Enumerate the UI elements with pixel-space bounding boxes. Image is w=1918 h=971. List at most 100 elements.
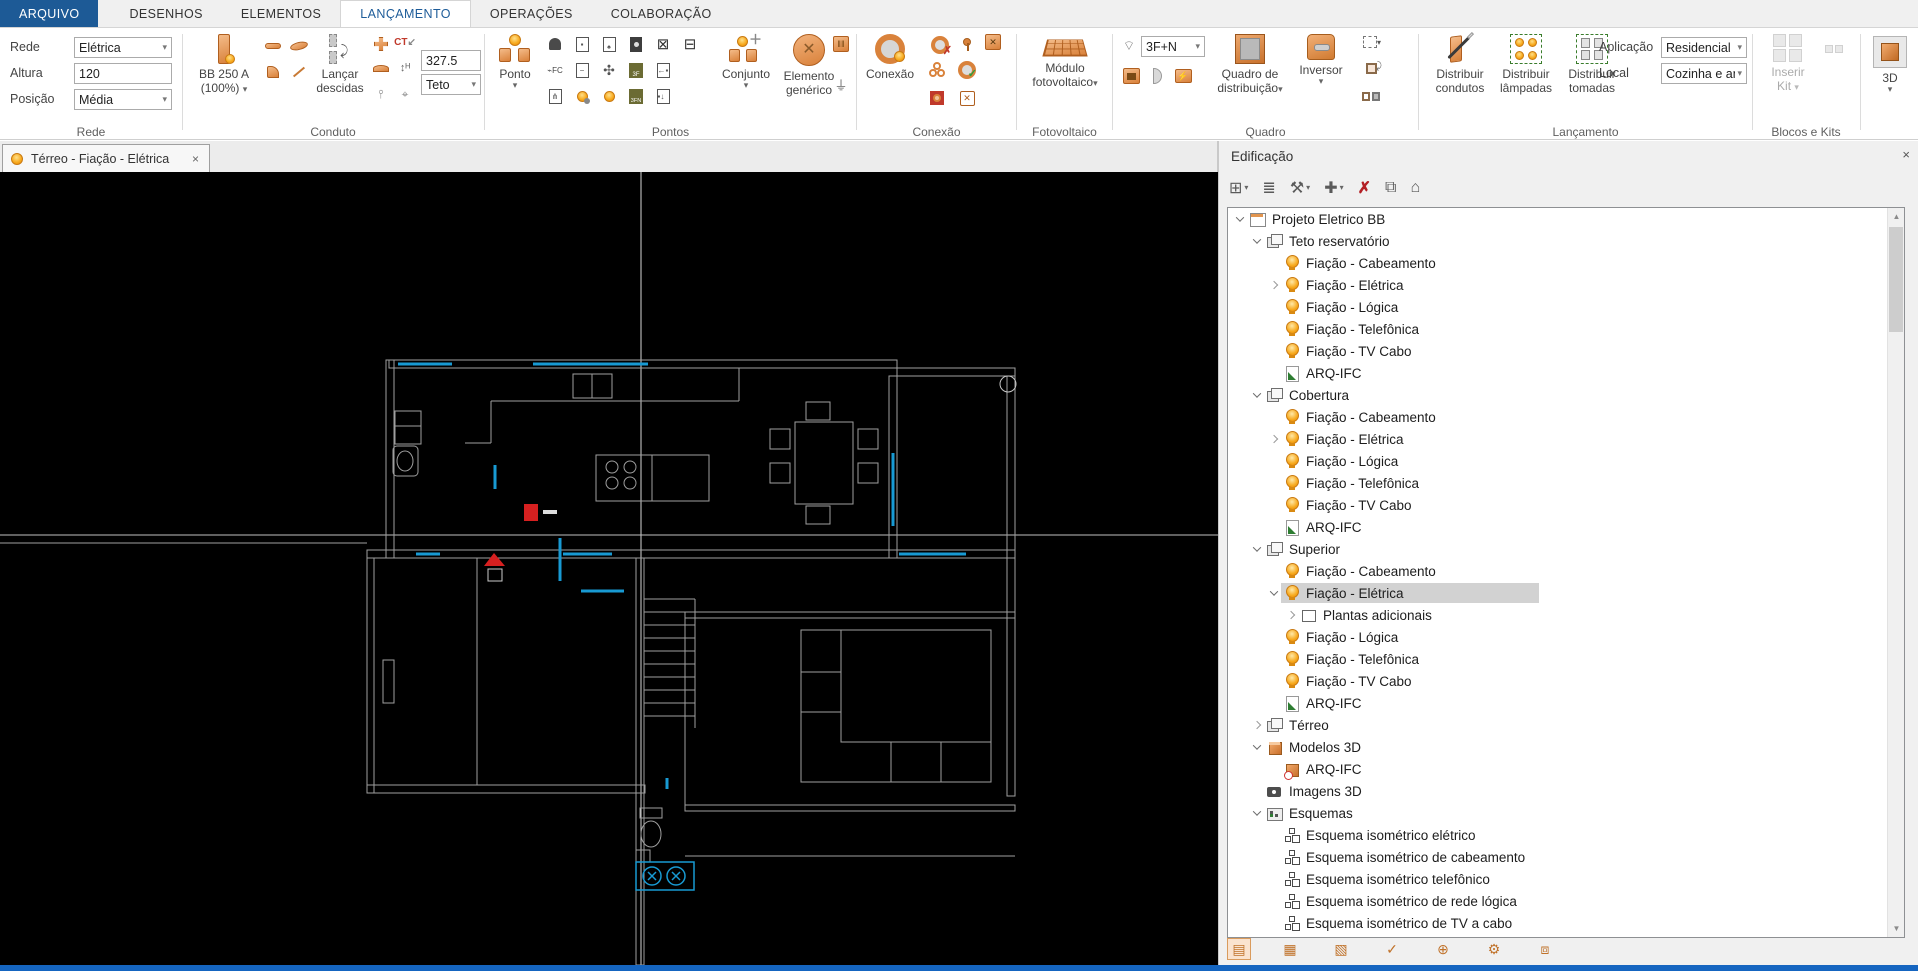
tree-item[interactable]: ARQ-IFC — [1228, 692, 1904, 714]
tree-expander-icon[interactable] — [1266, 916, 1281, 931]
tree-expander-icon[interactable] — [1266, 850, 1281, 865]
caixa-passagem-icon[interactable]: ✕ — [983, 32, 1003, 52]
aterramento-icon[interactable]: ⏚ — [831, 74, 851, 94]
tree-expander-icon[interactable] — [1266, 476, 1281, 491]
edit-building-button[interactable]: ⌂ — [1410, 179, 1420, 197]
tools-button[interactable]: ⚒ ▾ — [1290, 178, 1310, 198]
tree-item[interactable]: Térreo — [1228, 714, 1904, 736]
tomada-3fn-icon[interactable]: 3FN — [626, 86, 646, 106]
building-info-button[interactable]: ≣ — [1262, 178, 1275, 198]
tree-item[interactable]: Modelos 3D — [1228, 736, 1904, 758]
tree-item[interactable]: Esquema isométrico de TV a cabo — [1228, 912, 1904, 934]
ponto-button[interactable]: Ponto ▾ — [491, 30, 539, 90]
interruptor-bipolar-icon[interactable]: ⋔ — [545, 86, 565, 106]
add-elements-button[interactable]: ✚ ▾ — [1324, 178, 1343, 198]
medidor-icon[interactable] — [1147, 66, 1167, 86]
cad-canvas[interactable] — [0, 172, 1218, 966]
tree-item[interactable]: Fiação - Cabeamento — [1228, 406, 1904, 428]
tree-expander-icon[interactable] — [1249, 806, 1264, 821]
caixa-traco-icon[interactable]: ⊟ — [680, 34, 700, 54]
interruptor-paralelo-icon[interactable]: − — [572, 60, 592, 80]
tree-expander-icon[interactable] — [1266, 828, 1281, 843]
gerador-icon[interactable]: ⚡ — [1173, 66, 1193, 86]
tree-expander-icon[interactable] — [1266, 278, 1281, 293]
campainha-icon[interactable] — [545, 34, 565, 54]
local-select[interactable]: Cozinha e an ▾ — [1661, 63, 1747, 84]
rotacionar-quadro-icon[interactable]: ⤸ — [1361, 58, 1382, 78]
new-item-button[interactable]: ⊞ ▾ — [1229, 178, 1248, 198]
tab-arquivo[interactable]: ARQUIVO — [0, 0, 99, 27]
tab-colaboracao[interactable]: COLABORAÇÃO — [592, 0, 731, 27]
tree-item[interactable]: Projeto Eletrico BB — [1228, 208, 1904, 230]
lampada-icon[interactable] — [599, 86, 619, 106]
tree-item[interactable]: Teto reservatório — [1228, 230, 1904, 252]
ventilador-icon[interactable]: ✣ — [599, 60, 619, 80]
tree-item[interactable]: Fiação - Elétrica — [1228, 428, 1904, 450]
panel-close-icon[interactable]: × — [1902, 147, 1910, 162]
interruptor-campainha-icon[interactable]: ♠ — [599, 34, 619, 54]
tree-expander-icon[interactable] — [1249, 784, 1264, 799]
nivel-referencia-icon[interactable]: ⌖ — [395, 84, 415, 104]
tree-item[interactable]: Cobertura — [1228, 384, 1904, 406]
delete-button[interactable]: ✗ — [1358, 178, 1371, 198]
tomada-3f-icon[interactable]: 3F — [626, 60, 646, 80]
tree-item[interactable]: Fiação - Telefônica — [1228, 318, 1904, 340]
ct-arrow-icon[interactable]: CT ↙ — [394, 32, 416, 52]
tree-expander-icon[interactable] — [1232, 212, 1247, 227]
inversor-button[interactable]: Inversor ▾ — [1293, 30, 1349, 86]
tree-item[interactable]: Fiação - Cabeamento — [1228, 252, 1904, 274]
tree-item[interactable]: Fiação - Lógica — [1228, 626, 1904, 648]
tree-item[interactable]: Esquemas — [1228, 802, 1904, 824]
tree-item[interactable]: Fiação - Elétrica — [1228, 274, 1904, 296]
close-tab-icon[interactable]: × — [190, 152, 201, 166]
tree-item[interactable]: Fiação - Elétrica — [1228, 582, 1904, 604]
conduto-altura-input[interactable]: 327.5 — [421, 50, 481, 71]
lancar-descidas-button[interactable]: ⤸ Lançar descidas — [311, 30, 369, 95]
tree-expander-icon[interactable] — [1266, 366, 1281, 381]
conexao-piso-icon[interactable] — [927, 88, 947, 108]
scroll-down-icon[interactable]: ▼ — [1888, 920, 1904, 937]
tree-item[interactable]: Fiação - TV Cabo — [1228, 494, 1904, 516]
tree-item[interactable]: Fiação - TV Cabo — [1228, 340, 1904, 362]
tab-lancamento[interactable]: LANÇAMENTO — [340, 0, 471, 27]
tree-item[interactable]: Fiação - TV Cabo — [1228, 670, 1904, 692]
tree-expander-icon[interactable] — [1266, 498, 1281, 513]
tree-item[interactable]: Esquema isométrico elétrico — [1228, 824, 1904, 846]
tree-item[interactable]: Fiação - Lógica — [1228, 296, 1904, 318]
sheet-view-tab[interactable]: ▦ — [1278, 938, 1302, 960]
new-plan-button[interactable]: ⧉ — [1385, 179, 1396, 197]
tree-expander-icon[interactable] — [1283, 608, 1298, 623]
selecao-quadro-icon[interactable]: ▾ — [1357, 32, 1387, 52]
sheet-export-tab[interactable]: ▧ — [1329, 938, 1353, 960]
conduto-flexivel-icon[interactable] — [289, 36, 309, 56]
tree-expander-icon[interactable] — [1266, 762, 1281, 777]
tree-expander-icon[interactable] — [1266, 894, 1281, 909]
quadro-distribuicao-button[interactable]: Quadro de distribuição▾ — [1209, 30, 1291, 95]
aplicacao-select[interactable]: Residencial ▾ — [1661, 37, 1747, 58]
cruzamento-icon[interactable] — [371, 34, 391, 54]
tree-item[interactable]: Imagens 3D — [1228, 780, 1904, 802]
caixa-seta-icon[interactable]: ←▪ — [653, 60, 673, 80]
tree-expander-icon[interactable] — [1266, 520, 1281, 535]
distribuir-condutos-button[interactable]: Distribuir condutos — [1429, 30, 1491, 95]
report-doc-tab[interactable]: ⧈ — [1533, 938, 1557, 960]
tree-expander-icon[interactable] — [1249, 388, 1264, 403]
altura-h-icon[interactable]: ↕ᴴ — [395, 58, 415, 78]
tree-expander-icon[interactable] — [1266, 674, 1281, 689]
tree-expander-icon[interactable] — [1266, 322, 1281, 337]
altura-input[interactable]: 120 — [74, 63, 172, 84]
distribuir-lampadas-button[interactable]: Distribuir lâmpadas — [1495, 30, 1557, 95]
tree-item[interactable]: Fiação - Lógica — [1228, 450, 1904, 472]
duplicar-quadro-icon[interactable] — [1361, 86, 1381, 106]
tree-expander-icon[interactable] — [1266, 410, 1281, 425]
rede-select[interactable]: Elétrica ▾ — [74, 37, 172, 58]
conduto-retorno-icon[interactable] — [263, 62, 283, 82]
caixa-x-laranja-icon[interactable]: ✕ — [957, 88, 977, 108]
building-tree-tab[interactable]: ▤ — [1227, 938, 1251, 960]
quadro-embutir-icon[interactable] — [1121, 66, 1141, 86]
conexao-excluir-icon[interactable]: ✗ — [927, 32, 953, 58]
conexao-button[interactable]: Conexão — [859, 30, 921, 81]
tree-expander-icon[interactable] — [1266, 564, 1281, 579]
tree-item[interactable]: ARQ-IFC — [1228, 758, 1904, 780]
tree-expander-icon[interactable] — [1266, 630, 1281, 645]
